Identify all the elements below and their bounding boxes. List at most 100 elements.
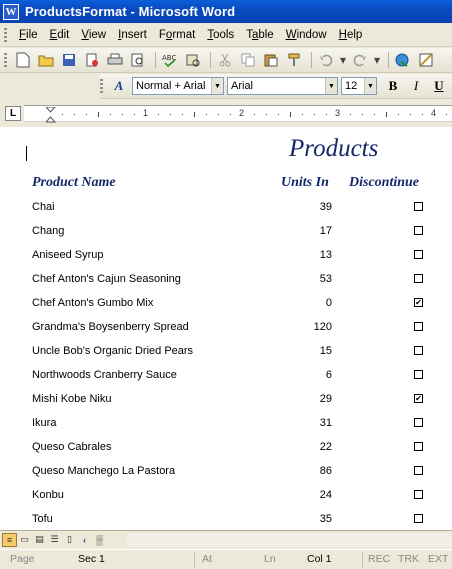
research-icon[interactable] (183, 50, 203, 70)
menu-view[interactable]: View (75, 26, 112, 44)
save-icon[interactable] (59, 50, 79, 70)
menu-edit[interactable]: Edit (44, 26, 76, 44)
menu-file[interactable]: File (13, 26, 44, 44)
ruler-area: L 1 2 3 4 (0, 100, 452, 126)
ruler-label: 4 (431, 108, 437, 118)
ruler-tick (98, 112, 99, 117)
ruler-tick (194, 112, 195, 117)
ruler-tick (398, 114, 399, 115)
discontinued-checkbox[interactable]: ✔ (414, 298, 423, 307)
menu-table[interactable]: Table (240, 26, 280, 44)
spelling-grammar-icon[interactable]: ABC (160, 50, 180, 70)
menu-grip-handle[interactable] (4, 27, 7, 42)
discontinued-checkbox[interactable]: ✔ (414, 394, 423, 403)
indent-marker-icon[interactable] (44, 106, 57, 125)
open-folder-icon[interactable] (36, 50, 56, 70)
ruler-tick (302, 114, 303, 115)
web-layout-icon[interactable]: ▭ (17, 533, 32, 547)
scroll-left-icon[interactable]: ‹ (77, 533, 92, 547)
status-trk[interactable]: TRK (398, 553, 419, 565)
tables-borders-icon[interactable] (416, 50, 436, 70)
table-row: Aniseed Syrup 13 (0, 245, 452, 269)
reading-layout-icon[interactable]: ▯ (62, 533, 77, 547)
italic-button[interactable]: I (406, 76, 426, 96)
discontinued-checkbox[interactable] (414, 466, 423, 475)
units-in-cell: 13 (319, 249, 332, 261)
normal-view-icon[interactable]: ≡ (2, 532, 17, 547)
paste-icon[interactable] (261, 50, 281, 70)
ruler-tick (122, 114, 123, 115)
horizontal-scrollbar[interactable] (127, 532, 452, 547)
undo-dropdown-icon[interactable]: ▾ (339, 50, 347, 70)
redo-icon[interactable] (350, 50, 370, 70)
standard-toolbar: ABC ▾ ▾ (0, 48, 452, 73)
insert-hyperlink-icon[interactable] (393, 50, 413, 70)
ruler-tick (278, 114, 279, 115)
header-units-in: Units In (281, 175, 329, 190)
discontinued-checkbox[interactable] (414, 274, 423, 283)
report-title: Products (289, 135, 379, 162)
ruler-tick (218, 114, 219, 115)
print-layout-icon[interactable]: ▤ (32, 533, 47, 547)
bold-button[interactable]: B (383, 76, 403, 96)
discontinued-checkbox[interactable] (414, 418, 423, 427)
menu-insert[interactable]: Insert (112, 26, 153, 44)
formatting-toolbar: A Normal + Arial ▼ Arial ▼ 12 ▼ B I U (0, 73, 452, 99)
tab-selector-button[interactable]: L (5, 106, 21, 121)
discontinued-checkbox[interactable] (414, 370, 423, 379)
styles-formatting-icon[interactable]: A (109, 76, 129, 96)
discontinued-checkbox[interactable] (414, 490, 423, 499)
window-title: ProductsFormat - Microsoft Word (25, 4, 236, 19)
document-page[interactable]: Products Product Name Units In Discontin… (0, 127, 452, 530)
chevron-down-icon[interactable]: ▼ (211, 78, 223, 94)
scroll-thumb-icon[interactable]: ▒ (92, 533, 107, 547)
outline-view-icon[interactable]: ☰ (47, 533, 62, 547)
discontinued-checkbox[interactable] (414, 346, 423, 355)
units-in-cell: 39 (319, 201, 332, 213)
menu-tools[interactable]: Tools (201, 26, 240, 44)
ruler-tick (254, 114, 255, 115)
units-in-cell: 31 (319, 417, 332, 429)
table-row: Chang 17 (0, 221, 452, 245)
discontinued-checkbox[interactable] (414, 250, 423, 259)
toolbar-dock-space (0, 73, 100, 99)
status-line: Ln (264, 553, 276, 565)
status-ext[interactable]: EXT (428, 553, 448, 565)
chevron-down-icon[interactable]: ▼ (325, 78, 337, 94)
font-size-dropdown[interactable]: 12 ▼ (341, 77, 377, 95)
product-name-cell: Queso Cabrales (32, 441, 112, 453)
toolbar-grip-handle[interactable] (4, 53, 7, 67)
status-rec[interactable]: REC (368, 553, 390, 565)
discontinued-checkbox[interactable] (414, 514, 423, 523)
ruler-tick (110, 114, 111, 115)
toolbar-separator (210, 52, 211, 68)
toolbar-separator (311, 52, 312, 68)
toolbar-grip-handle[interactable] (100, 79, 103, 93)
word-app-icon[interactable]: W (3, 3, 19, 20)
menu-format[interactable]: Format (153, 26, 201, 44)
font-size-value: 12 (345, 80, 358, 92)
units-in-cell: 29 (319, 393, 332, 405)
new-document-icon[interactable] (13, 50, 33, 70)
menu-help[interactable]: Help (333, 26, 369, 44)
discontinued-checkbox[interactable] (414, 202, 423, 211)
discontinued-checkbox[interactable] (414, 226, 423, 235)
undo-icon[interactable] (316, 50, 336, 70)
horizontal-ruler[interactable]: 1 2 3 4 (24, 105, 452, 125)
permission-icon[interactable] (82, 50, 102, 70)
product-name-cell: Chef Anton's Cajun Seasoning (32, 273, 181, 285)
font-dropdown[interactable]: Arial ▼ (227, 77, 338, 95)
print-preview-icon[interactable] (128, 50, 148, 70)
underline-button[interactable]: U (429, 76, 449, 96)
menu-window[interactable]: Window (280, 26, 333, 44)
cut-icon[interactable] (215, 50, 235, 70)
style-dropdown[interactable]: Normal + Arial ▼ (132, 77, 224, 95)
ruler-tick (410, 114, 411, 115)
redo-dropdown-icon[interactable]: ▾ (373, 50, 381, 70)
format-painter-icon[interactable] (284, 50, 304, 70)
copy-icon[interactable] (238, 50, 258, 70)
chevron-down-icon[interactable]: ▼ (364, 78, 376, 94)
discontinued-checkbox[interactable] (414, 442, 423, 451)
print-icon[interactable] (105, 50, 125, 70)
discontinued-checkbox[interactable] (414, 322, 423, 331)
